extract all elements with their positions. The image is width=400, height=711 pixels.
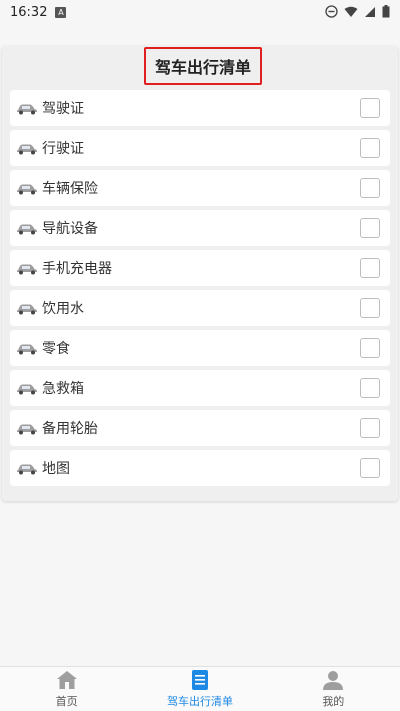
checklist-item-label: 手机充电器 — [42, 261, 112, 277]
car-icon — [17, 224, 37, 235]
checklist-checkbox[interactable] — [360, 418, 380, 438]
checklist-checkbox[interactable] — [360, 178, 380, 198]
checklist-item-label: 行驶证 — [42, 141, 84, 157]
car-icon — [17, 104, 37, 115]
car-icon — [17, 144, 37, 155]
bottom-nav: 首页 驾车出行清单 我的 — [0, 666, 400, 711]
checklist-item-label: 饮用水 — [42, 301, 84, 317]
checklist-checkbox[interactable] — [360, 458, 380, 478]
checklist-item-label: 急救箱 — [42, 381, 84, 397]
checklist-item[interactable]: 备用轮胎 — [10, 410, 390, 446]
checklist: 驾驶证 行驶证 车辆保险 导航设备 手机充电器 饮用水 零食 急救箱 备用轮胎 — [10, 90, 390, 490]
checklist-item-label: 驾驶证 — [42, 101, 84, 117]
car-icon — [17, 304, 37, 315]
checklist-item[interactable]: 急救箱 — [10, 370, 390, 406]
checklist-item[interactable]: 导航设备 — [10, 210, 390, 246]
car-icon — [17, 384, 37, 395]
nav-mine[interactable]: 我的 — [267, 667, 400, 711]
notification-icon: A — [55, 6, 67, 18]
signal-icon — [365, 6, 375, 17]
nav-home[interactable]: 首页 — [0, 667, 133, 711]
checklist-item[interactable]: 地图 — [10, 450, 390, 486]
car-icon — [17, 344, 37, 355]
checklist-checkbox[interactable] — [360, 378, 380, 398]
checklist-item-label: 导航设备 — [42, 221, 98, 237]
car-icon — [17, 464, 37, 475]
checklist-checkbox[interactable] — [360, 98, 380, 118]
checklist-item[interactable]: 零食 — [10, 330, 390, 366]
list-icon — [191, 670, 208, 690]
do-not-disturb-icon — [325, 5, 338, 18]
page-title: 驾车出行清单 — [144, 47, 262, 85]
checklist-checkbox[interactable] — [360, 298, 380, 318]
checklist-item-label: 车辆保险 — [42, 181, 98, 197]
checklist-item[interactable]: 驾驶证 — [10, 90, 390, 126]
nav-checklist-label: 驾车出行清单 — [166, 695, 233, 708]
checklist-checkbox[interactable] — [360, 338, 380, 358]
status-time: 16:32 — [10, 4, 48, 20]
checklist-item-label: 备用轮胎 — [42, 421, 98, 437]
checklist-item[interactable]: 行驶证 — [10, 130, 390, 166]
checklist-checkbox[interactable] — [360, 218, 380, 238]
car-icon — [17, 184, 37, 195]
checklist-item[interactable]: 饮用水 — [10, 290, 390, 326]
checklist-item-label: 零食 — [42, 341, 70, 357]
nav-checklist[interactable]: 驾车出行清单 — [133, 667, 266, 711]
status-icons — [325, 5, 390, 18]
nav-mine-label: 我的 — [322, 695, 345, 708]
checklist-item-label: 地图 — [42, 461, 70, 477]
car-icon — [17, 424, 37, 435]
checklist-checkbox[interactable] — [360, 138, 380, 158]
checklist-item[interactable]: 手机充电器 — [10, 250, 390, 286]
home-icon — [56, 671, 77, 689]
car-icon — [17, 264, 37, 275]
wifi-icon — [344, 6, 358, 17]
checklist-item[interactable]: 车辆保险 — [10, 170, 390, 206]
page-title-text: 驾车出行清单 — [154, 58, 251, 77]
checklist-checkbox[interactable] — [360, 258, 380, 278]
battery-icon — [382, 5, 390, 18]
nav-home-label: 首页 — [55, 695, 78, 708]
user-icon — [323, 671, 344, 690]
status-bar: 16:32 A — [0, 0, 400, 24]
